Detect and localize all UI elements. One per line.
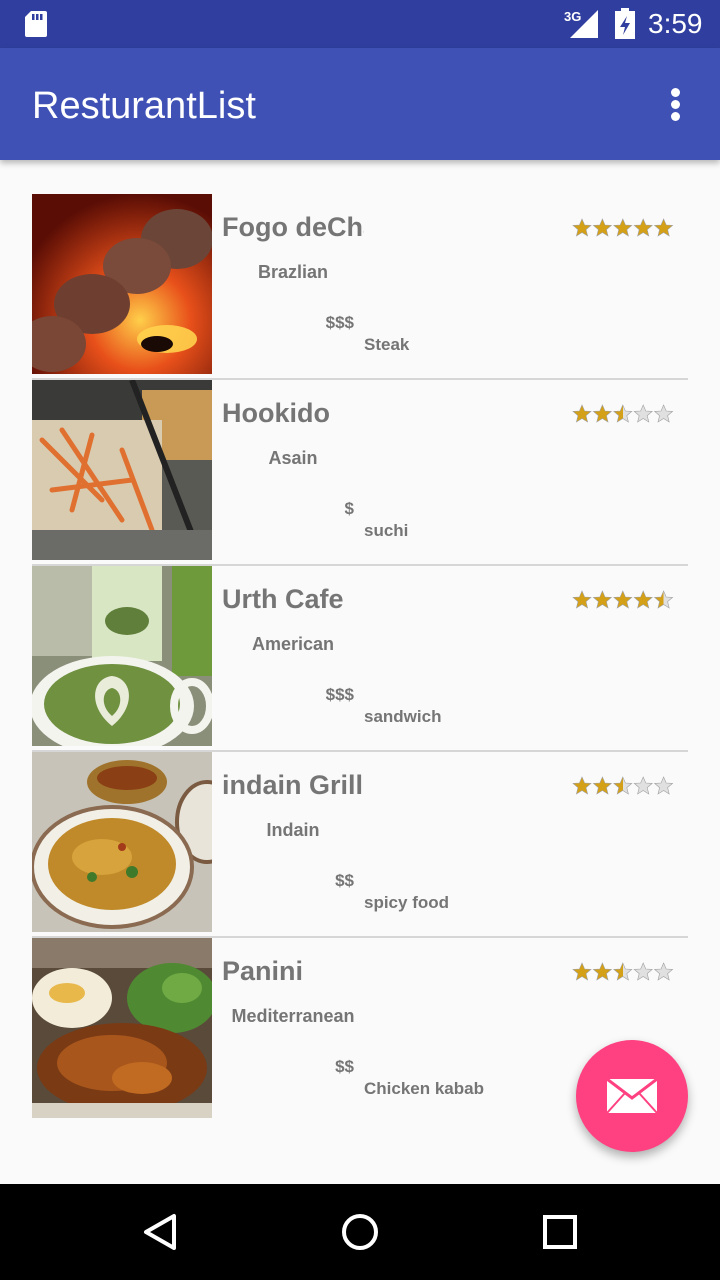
rating-bar	[572, 590, 674, 610]
status-bar: 3G 3:59	[0, 0, 720, 48]
restaurant-price: $$	[335, 1057, 354, 1076]
star-icon	[572, 776, 592, 795]
list-item[interactable]: indain Grill Indain $$ spicy food	[32, 752, 688, 938]
restaurant-dish: Steak	[364, 335, 410, 354]
restaurant-photo-steak	[32, 194, 212, 374]
back-icon[interactable]	[136, 1208, 184, 1256]
star-icon	[613, 590, 633, 609]
restaurant-cuisine: Asain	[268, 448, 318, 468]
app-title: ResturantList	[32, 85, 256, 127]
list-item[interactable]: Hookido Asain $ suchi	[32, 380, 688, 566]
restaurant-cuisine: American	[251, 634, 335, 654]
star-icon	[633, 218, 653, 237]
list-item[interactable]: Urth Cafe American $$$ sandwich	[32, 566, 688, 752]
restaurant-dish: Chicken kabab	[364, 1079, 484, 1098]
star-icon	[633, 590, 653, 609]
restaurant-dish: spicy food	[364, 893, 450, 912]
star-icon	[613, 404, 633, 423]
clock: 3:59	[648, 8, 703, 39]
star-icon	[592, 404, 613, 423]
star-icon	[592, 776, 613, 795]
restaurant-name: Hookido	[222, 398, 330, 428]
restaurant-cuisine: Brazlian	[257, 262, 329, 282]
rating-bar	[572, 776, 674, 796]
overflow-menu-icon[interactable]	[660, 82, 692, 126]
restaurant-price: $$$	[325, 313, 354, 332]
restaurant-photo-kabab	[32, 938, 212, 1118]
restaurant-cuisine: Mediterranean	[231, 1006, 355, 1026]
star-icon	[613, 218, 633, 237]
star-icon	[633, 404, 653, 423]
rating-bar	[572, 962, 674, 982]
restaurant-dish: suchi	[364, 521, 409, 540]
star-icon	[613, 776, 633, 795]
star-icon	[572, 962, 592, 981]
recents-icon[interactable]	[536, 1208, 584, 1256]
battery-icon	[615, 8, 635, 39]
star-icon	[653, 776, 674, 795]
restaurant-photo-latte	[32, 566, 212, 746]
restaurant-name: Fogo deChao	[222, 212, 364, 242]
sd-card-icon	[25, 11, 47, 37]
star-icon	[633, 962, 653, 981]
restaurant-name: Panini	[222, 956, 304, 986]
star-icon	[653, 590, 674, 609]
star-icon	[572, 590, 592, 609]
star-icon	[653, 404, 674, 423]
restaurant-dish: sandwich	[364, 707, 442, 726]
star-icon	[613, 962, 633, 981]
restaurant-photo-biryani	[32, 752, 212, 932]
star-icon	[592, 590, 613, 609]
rating-bar	[572, 404, 674, 424]
home-icon[interactable]	[336, 1208, 384, 1256]
star-icon	[592, 218, 613, 237]
list-item[interactable]: Fogo deChao Brazlian $$$ Steak	[32, 194, 688, 380]
app-bar: ResturantList	[0, 48, 720, 160]
navigation-bar	[0, 1184, 720, 1280]
star-icon	[633, 776, 653, 795]
network-type-label: 3G	[564, 9, 581, 24]
star-icon	[572, 218, 592, 237]
star-icon	[653, 218, 674, 237]
star-icon	[572, 404, 592, 423]
restaurant-name: indain Grill	[222, 770, 364, 800]
signal-icon: 3G	[564, 9, 598, 38]
restaurant-photo-seafood	[32, 380, 212, 560]
restaurant-list: Fogo deChao Brazlian $$$ Steak Hookido A…	[32, 194, 688, 1124]
restaurant-price: $	[344, 499, 354, 518]
rating-bar	[572, 218, 674, 238]
star-icon	[653, 962, 674, 981]
restaurant-name: Urth Cafe	[222, 584, 344, 614]
send-email-fab[interactable]	[576, 1040, 688, 1152]
restaurant-price: $$	[335, 871, 354, 890]
mail-icon	[606, 1078, 658, 1114]
restaurant-cuisine: Indain	[266, 820, 320, 840]
restaurant-price: $$$	[325, 685, 354, 704]
star-icon	[592, 962, 613, 981]
